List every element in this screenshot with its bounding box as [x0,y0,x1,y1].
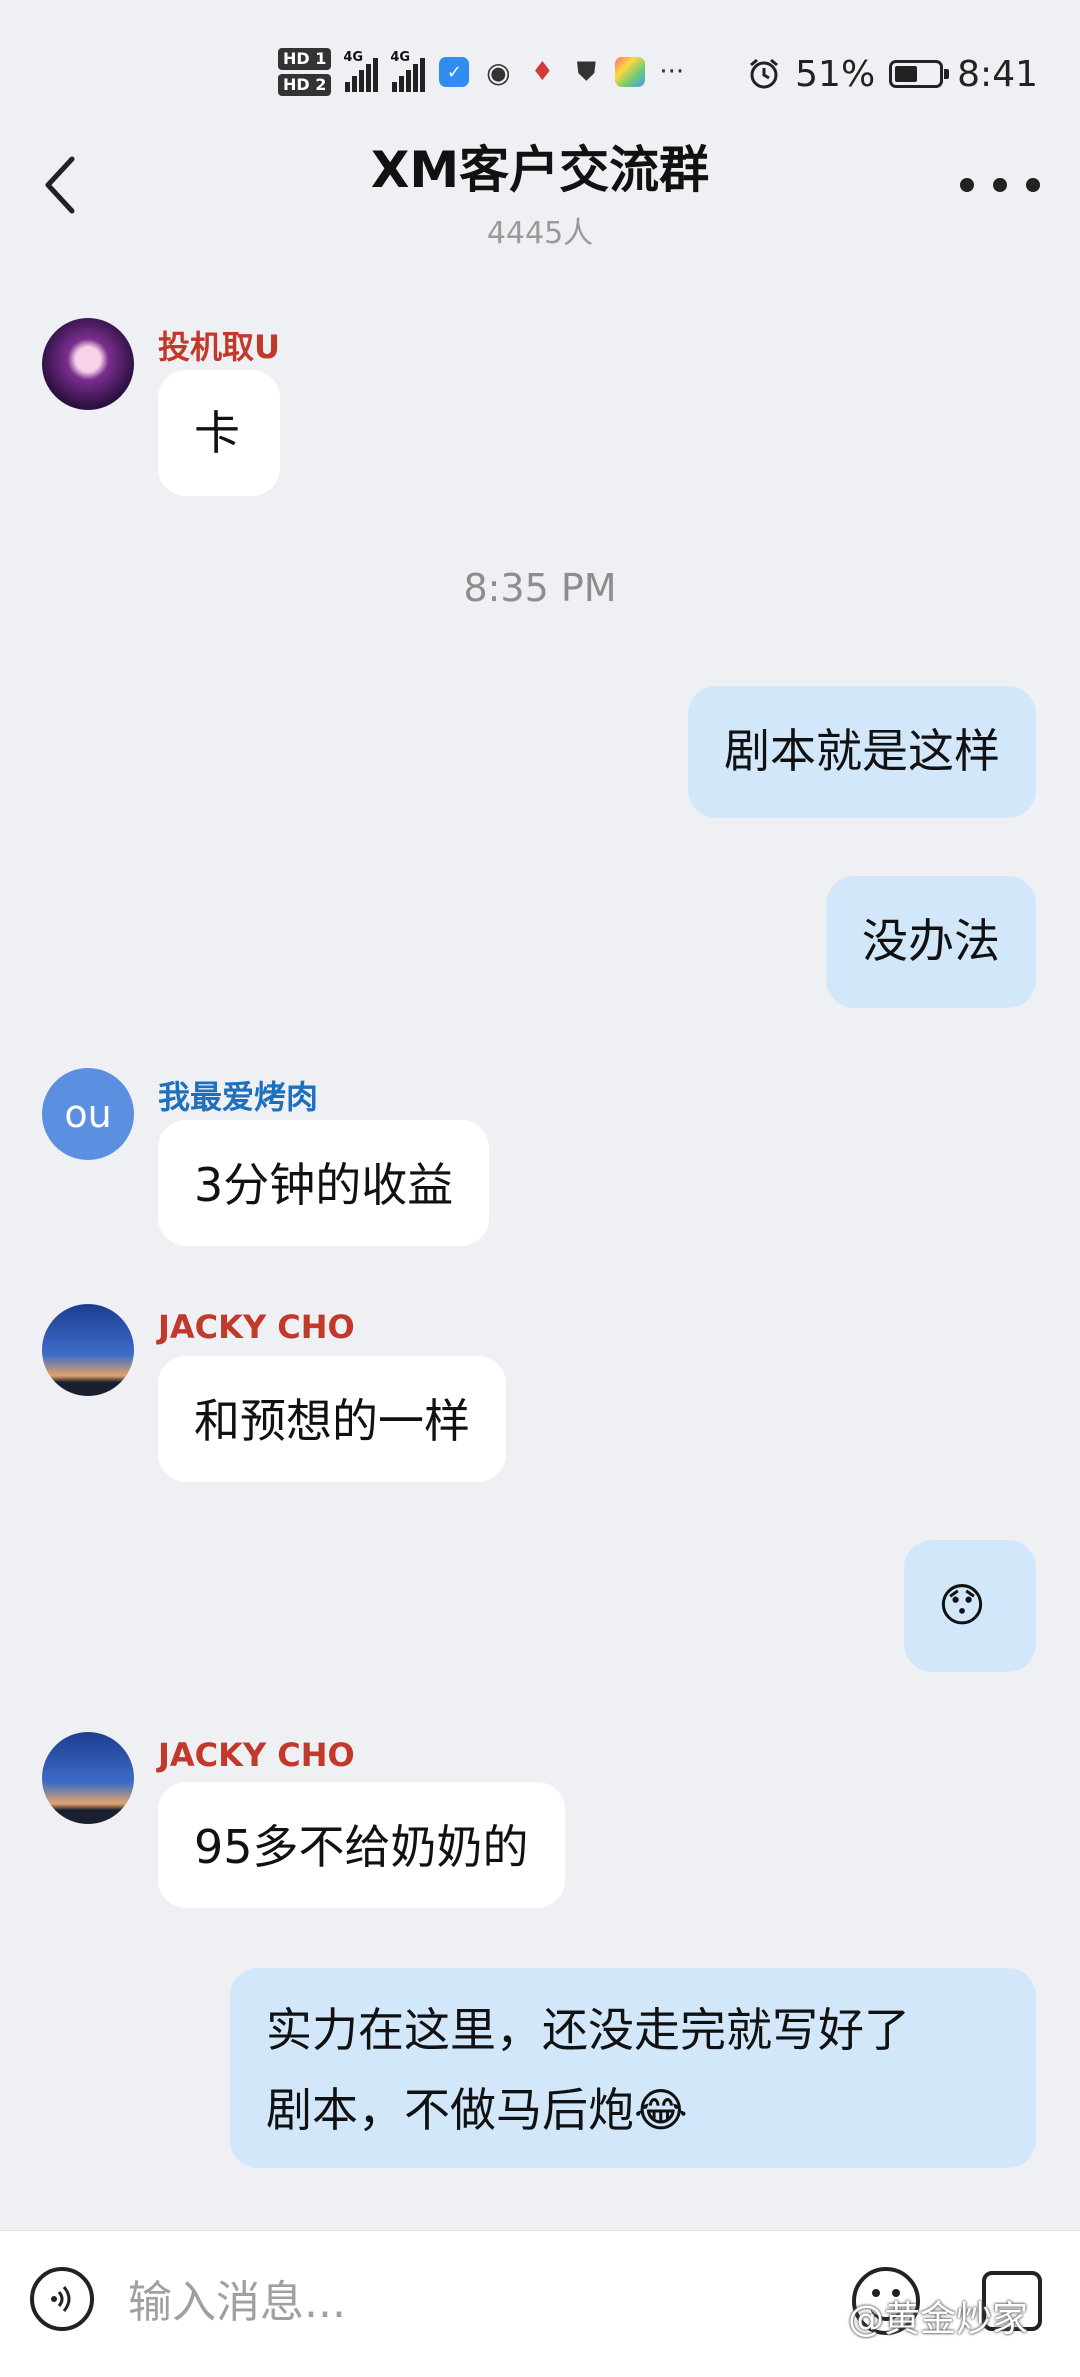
hd-indicators: HD 1 HD 2 [278,48,332,96]
group-title: XM客户交流群 [370,141,710,199]
voice-icon [51,2286,71,2312]
sender-name: 我最爱烤肉 [158,1078,319,1116]
avatar[interactable]: ou [42,1068,134,1160]
color-app-icon [615,57,646,87]
message-line: 实力在这里，还没走完就写好了 [266,2003,910,2057]
message-bubble[interactable]: 卡 [158,370,280,496]
clock: 8:41 [957,53,1038,95]
avatar[interactable] [42,318,134,410]
message-bubble[interactable]: 实力在这里，还没走完就写好了 剧本，不做马后炮😂 [230,1968,1036,2168]
battery-percent: 51% [795,53,876,95]
dot-icon [960,178,974,192]
message-input[interactable] [126,2263,810,2341]
message-bubble[interactable]: 95多不给奶奶的 [158,1782,565,1908]
dot-icon [993,178,1007,192]
security-icon: ⛊ [576,56,597,87]
sender-name: 投机取U [158,328,280,366]
more-options-button[interactable] [960,165,1040,205]
watermark: @黄金炒家 [848,2299,1029,2340]
avatar[interactable] [42,1304,134,1396]
signal-2-icon: 4G [390,50,426,92]
bank-app-icon: ♦ [530,57,555,87]
message-bubble[interactable]: 3分钟的收益 [158,1120,490,1246]
dot-icon [1026,178,1040,192]
member-count: 4445人 [486,216,594,251]
more-notifications-icon: ··· [659,57,685,87]
message-bubble[interactable]: 没办法 [826,876,1036,1008]
message-bubble[interactable]: 剧本就是这样 [688,686,1036,818]
sender-name: JACKY CHO [158,1736,355,1774]
message-bubble[interactable]: 😯 [904,1540,1036,1672]
avatar[interactable] [42,1732,134,1824]
status-right: 51% 8:41 [747,48,1038,100]
wechat-icon: ◉ [486,55,511,89]
chat-header: XM客户交流群 4445人 [0,120,1080,260]
message-bubble[interactable]: 和预想的一样 [158,1356,506,1482]
sender-name: JACKY CHO [158,1308,355,1346]
shield-app-icon: ✓ [439,57,470,87]
battery-icon [889,60,950,88]
timestamp: 8:35 PM [463,566,617,610]
voice-button[interactable] [30,2267,94,2331]
hd2-label: HD 2 [278,74,332,96]
alarm-icon [750,58,779,89]
message-line: 剧本，不做马后炮😂 [266,2083,688,2137]
status-left: HD 1 HD 2 4G 4G ✓ ◉ ♦ ⛊ ··· [278,42,684,102]
hd1-label: HD 1 [278,48,332,70]
signal-1-icon: 4G [343,50,379,92]
